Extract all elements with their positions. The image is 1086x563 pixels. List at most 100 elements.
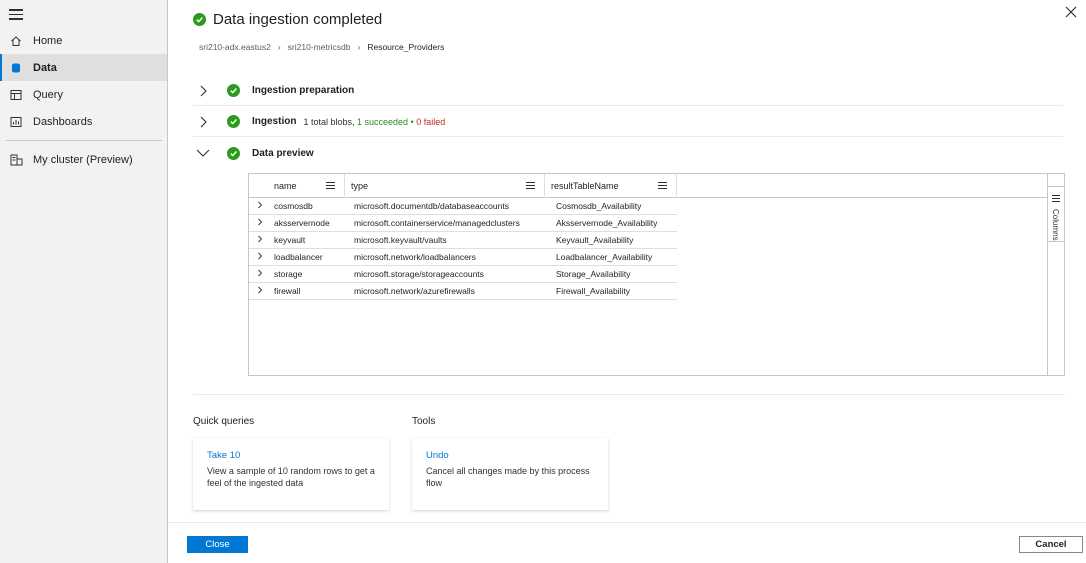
tool-card-undo[interactable]: Undo Cancel all changes made by this pro…: [412, 438, 608, 510]
breadcrumb-item[interactable]: sri210-metricsdb: [288, 42, 351, 52]
page-header: Data ingestion completed: [193, 11, 382, 28]
columns-tab[interactable]: Columns: [1048, 186, 1064, 242]
undo-link[interactable]: Undo: [426, 450, 594, 461]
quick-queries-title: Quick queries: [193, 416, 255, 427]
table-cell: Firewall_Availability: [556, 286, 631, 296]
columns-icon: [1052, 195, 1060, 204]
table-cell: microsoft.documentdb/databaseaccounts: [354, 201, 509, 211]
column-header-name[interactable]: name: [268, 174, 345, 198]
dashboard-icon: [9, 115, 23, 129]
footer-divider: [168, 522, 1086, 523]
columns-side-panel: Columns: [1047, 174, 1064, 375]
success-check-icon: [227, 115, 240, 128]
failed-count: 0 failed: [416, 116, 446, 127]
chevron-right-icon: ›: [277, 42, 281, 52]
table-cell: loadbalancer: [274, 252, 323, 262]
section-label: Ingestion preparation: [252, 85, 355, 96]
expand-row-chevron-icon[interactable]: [256, 218, 264, 226]
section-ingestion-preparation[interactable]: Ingestion preparation: [193, 76, 1063, 106]
total-blobs-text: 1 total blobs,: [303, 116, 355, 127]
column-header-resulttablename[interactable]: resultTableName: [545, 174, 677, 198]
table-row[interactable]: keyvault microsoft.keyvault/vaults Keyvaul…: [249, 232, 677, 249]
cancel-button[interactable]: Cancel: [1019, 536, 1083, 553]
section-divider: [193, 394, 1065, 395]
chevron-right-icon[interactable]: [195, 114, 211, 130]
column-header-label: name: [274, 181, 297, 191]
close-button[interactable]: Close: [187, 536, 248, 553]
data-preview-grid: name type resultTableName cosmosdb micros…: [248, 173, 1065, 376]
table-cell: firewall: [274, 286, 301, 296]
home-icon: [9, 34, 23, 48]
breadcrumb-item[interactable]: sri210-adx.eastus2: [199, 42, 271, 52]
table-cell: Keyvault_Availability: [556, 235, 634, 245]
breadcrumb: sri210-adx.eastus2 › sri210-metricsdb › …: [199, 42, 444, 52]
table-cell: Aksservernode_Availability: [556, 218, 658, 228]
table-cell: microsoft.keyvault/vaults: [354, 235, 447, 245]
table-cell: Storage_Availability: [556, 269, 631, 279]
hamburger-menu-icon[interactable]: [9, 9, 23, 21]
sidebar-item-label: Query: [33, 88, 63, 101]
table-cell: microsoft.network/azurefirewalls: [354, 286, 475, 296]
expand-row-chevron-icon[interactable]: [256, 201, 264, 209]
column-menu-icon[interactable]: [326, 182, 335, 191]
page-title: Data ingestion completed: [213, 11, 383, 28]
card-description: Cancel all changes made by this process …: [426, 466, 590, 488]
cluster-icon: [9, 153, 23, 167]
sidebar-divider: [6, 140, 162, 141]
table-row[interactable]: storage microsoft.storage/storageaccounts…: [249, 266, 677, 283]
table-cell: cosmosdb: [274, 201, 313, 211]
table-cell: microsoft.storage/storageaccounts: [354, 269, 484, 279]
column-menu-icon[interactable]: [526, 182, 535, 191]
sidebar-item-dashboards[interactable]: Dashboards: [0, 108, 167, 135]
table-row[interactable]: aksservernode microsoft.containerservice/…: [249, 215, 677, 232]
database-icon: [9, 61, 23, 75]
column-header-type[interactable]: type: [345, 174, 545, 198]
take-10-link[interactable]: Take 10: [207, 450, 375, 461]
success-check-icon: [227, 84, 240, 97]
columns-tab-label: Columns: [1051, 209, 1060, 241]
table-cell: keyvault: [274, 235, 306, 245]
column-menu-icon[interactable]: [658, 182, 667, 191]
tools-title: Tools: [412, 416, 436, 427]
table-row[interactable]: loadbalancer microsoft.network/loadbalanc…: [249, 249, 677, 266]
quick-query-card-take-10[interactable]: Take 10 View a sample of 10 random rows …: [193, 438, 389, 510]
table-cell: Loadbalancer_Availability: [556, 252, 653, 262]
chevron-right-icon[interactable]: [195, 83, 211, 99]
sidebar-item-query[interactable]: Query: [0, 81, 167, 108]
expand-row-chevron-icon[interactable]: [256, 286, 264, 294]
expand-row-chevron-icon[interactable]: [256, 269, 264, 277]
sidebar-item-label: Home: [33, 34, 63, 47]
table-row[interactable]: firewall microsoft.network/azurefirewalls…: [249, 283, 677, 300]
card-description: View a sample of 10 random rows to get a…: [207, 466, 375, 488]
sidebar-item-my-cluster[interactable]: My cluster (Preview): [0, 146, 167, 173]
table-row[interactable]: cosmosdb microsoft.documentdb/databaseacc…: [249, 198, 677, 215]
table-cell: microsoft.network/loadbalancers: [354, 252, 476, 262]
sidebar-item-label: Data: [33, 61, 57, 74]
sidebar-item-label: Dashboards: [33, 115, 93, 128]
column-header-label: resultTableName: [551, 181, 619, 191]
sidebar-item-data[interactable]: Data: [0, 54, 167, 81]
success-check-icon: [193, 13, 206, 26]
ingestion-window: Home Data Query Dashboards My cluster (P…: [0, 0, 1086, 563]
section-data-preview[interactable]: Data preview: [193, 138, 1063, 168]
chevron-right-icon: ›: [357, 42, 361, 52]
breadcrumb-current: Resource_Providers: [367, 42, 445, 52]
succeeded-count: 1 succeeded: [357, 116, 409, 127]
expand-row-chevron-icon[interactable]: [256, 252, 264, 260]
expand-row-chevron-icon[interactable]: [256, 235, 264, 243]
section-label: Data preview: [252, 147, 314, 159]
sidebar-item-home[interactable]: Home: [0, 27, 167, 54]
separator-dot: •: [410, 116, 414, 127]
table-cell: Cosmosdb_Availability: [556, 201, 642, 211]
section-label: Ingestion: [252, 116, 297, 127]
column-header-label: type: [351, 181, 369, 191]
success-check-icon: [227, 146, 240, 160]
chevron-down-icon[interactable]: [195, 145, 211, 161]
section-ingestion[interactable]: Ingestion 1 total blobs, 1 succeeded • 0…: [193, 107, 1063, 137]
sidebar: Home Data Query Dashboards My cluster (P…: [0, 0, 168, 563]
grid-header: name type resultTableName: [249, 174, 1049, 198]
close-icon[interactable]: [1064, 5, 1078, 19]
table-cell: storage: [274, 269, 303, 279]
sidebar-item-label: My cluster (Preview): [33, 153, 133, 166]
ingestion-summary: 1 total blobs, 1 succeeded • 0 failed: [303, 117, 445, 127]
